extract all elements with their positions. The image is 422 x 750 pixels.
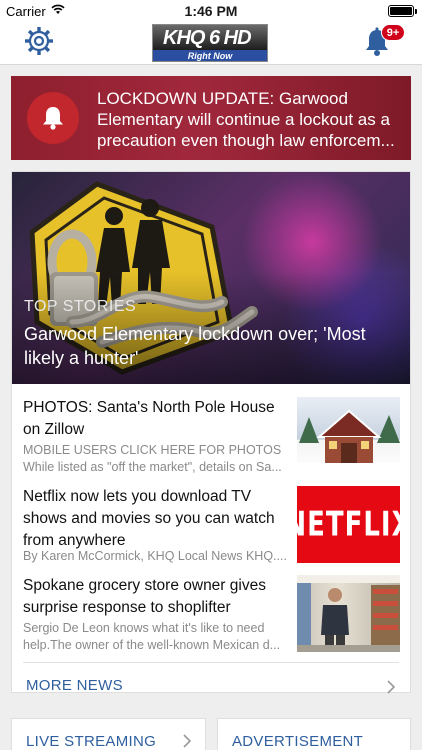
notification-badge: 9+ [381, 24, 405, 41]
chevron-right-icon [387, 680, 396, 694]
story-thumbnail: NETFLIX [297, 486, 400, 563]
divider [23, 662, 399, 663]
top-story-title: Garwood Elementary lockdown over; 'Most … [24, 324, 366, 368]
news-card: TOP STORIES Garwood Elementary lockdown … [11, 171, 411, 694]
gear-icon[interactable] [24, 26, 54, 56]
advertisement-tile[interactable]: ADVERTISEMENT [217, 718, 411, 750]
top-story-category: TOP STORIES [24, 298, 137, 315]
list-item[interactable]: Spokane grocery store owner gives surpri… [23, 575, 400, 655]
logo-text: KHQ 6 HD [163, 27, 252, 49]
alert-text: LOCKDOWN UPDATE: Garwood Elementary will… [97, 89, 395, 150]
story-thumbnail [297, 575, 400, 652]
more-news-link[interactable]: MORE NEWS [26, 677, 123, 694]
story-title: Spokane grocery store owner gives surpri… [23, 577, 266, 616]
station-logo: KHQ 6 HD Right Now [152, 24, 268, 62]
list-item[interactable]: Netflix now lets you download TV shows a… [23, 486, 400, 566]
battery-icon [388, 5, 417, 17]
breaking-alert-banner[interactable]: LOCKDOWN UPDATE: Garwood Elementary will… [11, 76, 411, 160]
live-streaming-tile[interactable]: LIVE STREAMING [11, 718, 206, 750]
story-title: Netflix now lets you download TV shows a… [23, 488, 275, 549]
story-subtitle: Sergio De Leon knows what it's like to n… [23, 621, 265, 635]
story-subtitle: While listed as "off the market", detail… [23, 460, 282, 474]
story-subtitle: help.The owner of the well-known Mexican… [23, 638, 281, 652]
advertisement-label: ADVERTISEMENT [232, 733, 364, 750]
story-subtitle: MOBILE USERS CLICK HERE FOR PHOTOS [23, 443, 282, 457]
logo-subtitle: Right Now [153, 50, 267, 61]
nav-bar: KHQ 6 HD Right Now 9+ [0, 22, 422, 65]
chevron-right-icon [183, 734, 192, 748]
status-bar: Carrier 1:46 PM [0, 0, 422, 22]
top-story-hero[interactable]: TOP STORIES Garwood Elementary lockdown … [12, 172, 410, 384]
alert-icon-circle [27, 92, 79, 144]
story-title: PHOTOS: Santa's North Pole House on Zill… [23, 399, 275, 438]
clock: 1:46 PM [184, 3, 238, 19]
story-subtitle: By Karen McCormick, KHQ Local News KHQ..… [23, 549, 287, 563]
bell-icon [43, 107, 63, 130]
list-item[interactable]: PHOTOS: Santa's North Pole House on Zill… [23, 397, 400, 477]
netflix-logo-text: NETFLIX [297, 505, 400, 544]
story-thumbnail [297, 397, 400, 474]
live-streaming-label: LIVE STREAMING [26, 733, 157, 750]
